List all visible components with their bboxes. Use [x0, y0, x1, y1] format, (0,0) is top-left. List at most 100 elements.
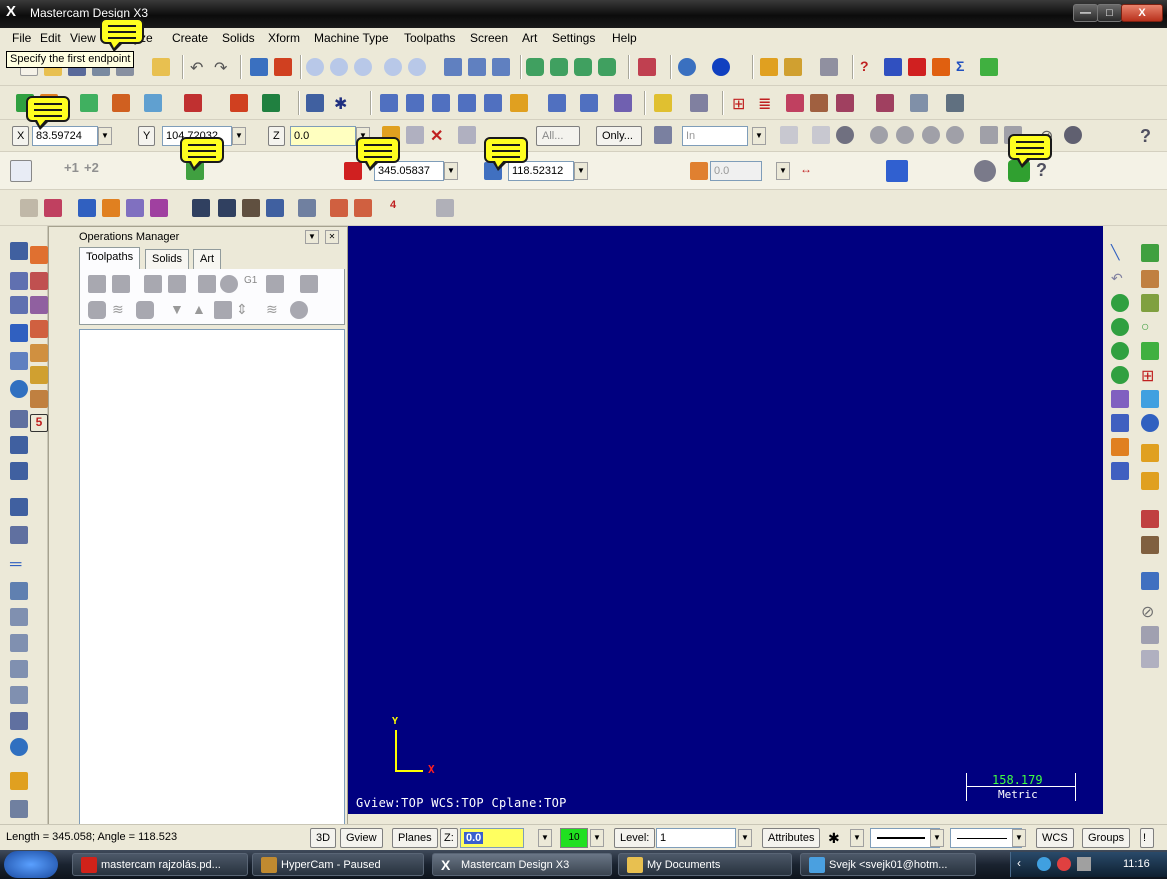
- help-ops-icon[interactable]: [290, 301, 308, 319]
- toggle-display-icon[interactable]: ≋: [112, 301, 130, 319]
- project-icon[interactable]: [10, 800, 28, 818]
- verify-icon[interactable]: [780, 126, 798, 144]
- taskbar-item-hypercam[interactable]: HyperCam - Paused: [252, 853, 424, 876]
- pencil-tool-icon[interactable]: [10, 772, 28, 790]
- maximize-button[interactable]: □: [1097, 4, 1122, 22]
- plus-one-button[interactable]: +1: [64, 160, 84, 180]
- toggle-post-icon[interactable]: [136, 301, 154, 319]
- triangle-icon[interactable]: [126, 199, 144, 217]
- post-icon[interactable]: [266, 275, 284, 293]
- shade-right-icon[interactable]: [1141, 390, 1159, 408]
- point-select-icon[interactable]: [980, 126, 998, 144]
- attributes-button[interactable]: Attributes: [762, 828, 821, 848]
- loop-select-icon[interactable]: [946, 126, 964, 144]
- planes-button[interactable]: Planes: [392, 828, 438, 848]
- chevron-down-icon[interactable]: ▼: [776, 162, 790, 180]
- chain-icon[interactable]: [932, 58, 950, 76]
- redo-icon[interactable]: ↷: [214, 58, 232, 77]
- zoom-out-icon[interactable]: [408, 58, 426, 76]
- tray-network-icon[interactable]: [1037, 857, 1051, 871]
- pocket-icon[interactable]: [10, 296, 28, 314]
- chevron-down-icon[interactable]: ▼: [752, 127, 766, 145]
- move-icon[interactable]: [250, 58, 268, 76]
- leftover-icon[interactable]: [10, 660, 28, 678]
- dimension-icon[interactable]: [690, 94, 708, 112]
- insert-arrow-icon[interactable]: [214, 301, 232, 319]
- delete-icon[interactable]: [44, 199, 62, 217]
- array-right-icon[interactable]: [1111, 414, 1129, 432]
- chevron-down-icon[interactable]: ▼: [444, 162, 458, 180]
- add-point-right-icon[interactable]: [1111, 438, 1129, 456]
- fixed-value-field[interactable]: 0.0: [710, 161, 762, 181]
- solid-cut-icon[interactable]: [242, 199, 260, 217]
- all-button[interactable]: All...: [536, 126, 580, 146]
- xform-6-icon[interactable]: [510, 94, 528, 112]
- close-button[interactable]: X: [1121, 4, 1163, 22]
- array-icon[interactable]: [580, 94, 598, 112]
- table-icon[interactable]: ≣: [758, 94, 776, 113]
- tray-chevron-icon[interactable]: ‹: [1017, 856, 1021, 870]
- clear-icon[interactable]: ✕: [430, 126, 448, 145]
- parallel-icon[interactable]: ═: [10, 556, 28, 574]
- art-icon[interactable]: [1141, 270, 1159, 288]
- tray-display-icon[interactable]: [1077, 857, 1091, 871]
- drafting-icon[interactable]: [810, 94, 828, 112]
- autocursor-icon[interactable]: [406, 126, 424, 144]
- backplot-icon[interactable]: [198, 275, 216, 293]
- contour-icon[interactable]: [10, 272, 28, 290]
- menu-solids[interactable]: Solids: [222, 31, 255, 45]
- scroll-icon[interactable]: ⇕: [236, 301, 254, 319]
- only-button[interactable]: Only...: [596, 126, 642, 146]
- mill-op-3-icon[interactable]: [30, 296, 48, 314]
- shallow-icon[interactable]: [10, 608, 28, 626]
- unzoom-icon[interactable]: [384, 58, 402, 76]
- spline-icon[interactable]: [230, 94, 248, 112]
- mill-op-6-icon[interactable]: [30, 366, 48, 384]
- chevron-down-icon[interactable]: ▼: [232, 127, 246, 145]
- tab-art[interactable]: Art: [193, 249, 222, 269]
- gview-front-icon[interactable]: [468, 58, 486, 76]
- undo-arc-icon[interactable]: ↶: [1111, 270, 1129, 288]
- rotate-icon[interactable]: [678, 58, 696, 76]
- shade-wire-icon[interactable]: [526, 58, 544, 76]
- taskbar-item-mastercam[interactable]: X Mastercam Design X3: [432, 853, 612, 876]
- mill-op-8-icon[interactable]: 5: [30, 414, 48, 432]
- ops-close-icon[interactable]: ✕: [325, 230, 339, 244]
- line-tool-icon[interactable]: [10, 160, 32, 182]
- exit-right-icon[interactable]: [1141, 572, 1159, 590]
- grid-right-icon[interactable]: ⊞: [1141, 366, 1159, 385]
- sketch-icon[interactable]: [20, 199, 38, 217]
- pencil-icon[interactable]: [760, 58, 778, 76]
- merge-icon[interactable]: [152, 58, 170, 76]
- solid-circle-icon[interactable]: [1064, 126, 1082, 144]
- mill-op-1-icon[interactable]: [30, 246, 48, 264]
- multi-axis-icon[interactable]: [10, 436, 28, 454]
- transform-icon[interactable]: [10, 462, 28, 480]
- triangle-right-icon[interactable]: [1111, 390, 1129, 408]
- cylinder-green-icon[interactable]: [1111, 318, 1129, 336]
- mill-op-4-icon[interactable]: [30, 320, 48, 338]
- rectangle-icon[interactable]: [262, 94, 280, 112]
- tools-right-2-icon[interactable]: [1141, 472, 1159, 490]
- surface-rough-icon[interactable]: [10, 352, 28, 370]
- chevron-down-icon[interactable]: ▼: [738, 829, 752, 847]
- plugin-icon[interactable]: [1141, 244, 1159, 262]
- zoom-selected-icon[interactable]: [354, 58, 372, 76]
- menu-settings[interactable]: Settings: [552, 31, 595, 45]
- ops-dropdown-icon[interactable]: ▼: [305, 230, 319, 244]
- arc-icon[interactable]: [112, 94, 130, 112]
- brush-icon[interactable]: [784, 58, 802, 76]
- extend-icon[interactable]: [78, 199, 96, 217]
- select-options-icon[interactable]: [458, 126, 476, 144]
- tools-right-1-icon[interactable]: [1141, 444, 1159, 462]
- blend-icon[interactable]: [10, 712, 28, 730]
- xform-5-icon[interactable]: [484, 94, 502, 112]
- level-field[interactable]: 1: [656, 828, 736, 848]
- solid-select-icon[interactable]: [836, 126, 854, 144]
- flatten-icon[interactable]: [836, 94, 854, 112]
- select-dirty-ops-icon[interactable]: [112, 275, 130, 293]
- pencil-finish-icon[interactable]: [10, 634, 28, 652]
- grid-icon[interactable]: ⊞: [732, 94, 750, 113]
- sketch-right-icon[interactable]: [1141, 650, 1159, 668]
- sigma-icon[interactable]: Σ: [956, 58, 974, 76]
